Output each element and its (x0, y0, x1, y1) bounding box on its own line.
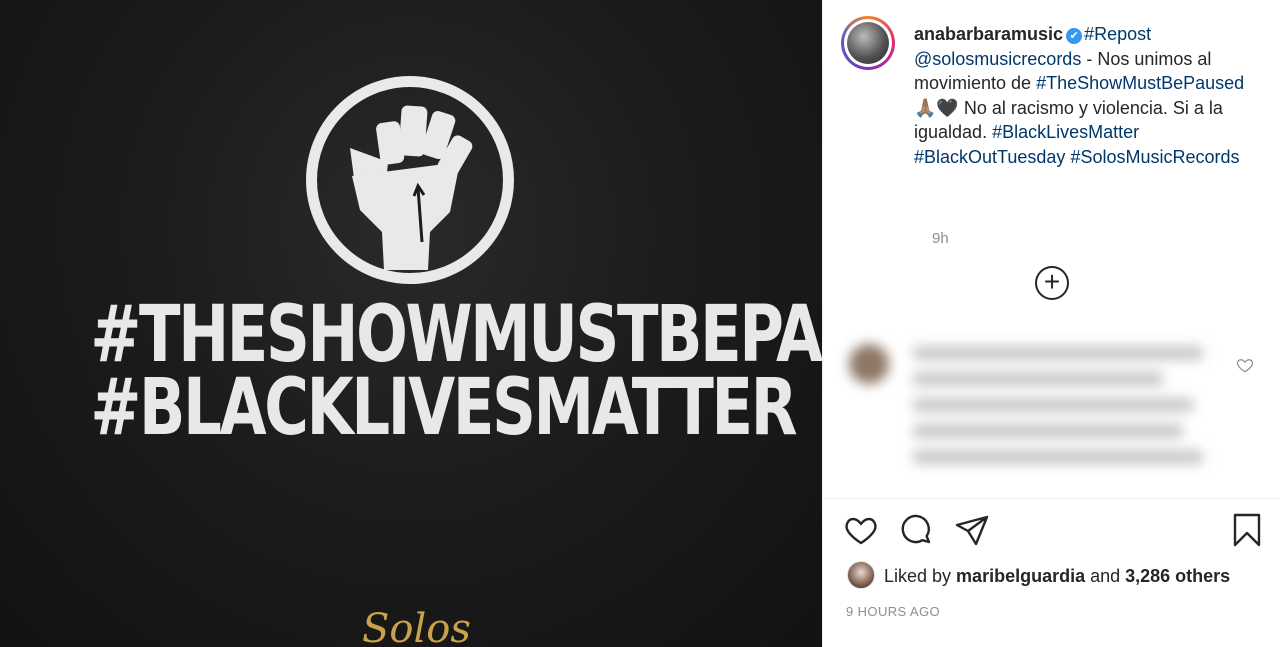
heart-icon[interactable] (843, 512, 879, 548)
post-image[interactable]: #THESHOWMUSTBEPAUSED #BLACKLIVESMATTER S… (0, 0, 822, 647)
hashtag-theshowmustbepaused[interactable]: #TheShowMustBePaused (1036, 73, 1244, 93)
post-details-panel: anabarbaramusic ✔ #Repost @solosmusicrecor… (822, 0, 1280, 647)
hashtag-blacklivesmatter[interactable]: #BlackLivesMatter (992, 122, 1139, 142)
emoji-text: 🙏🏽🖤 (914, 97, 964, 118)
post-actions (823, 512, 1280, 552)
likes-text: Liked by maribelguardia and 3,286 others (884, 566, 1230, 587)
bookmark-icon[interactable] (1229, 512, 1265, 548)
raised-fist-icon (350, 105, 473, 270)
headline-black-lives-matter: #BLACKLIVESMATTER (90, 363, 797, 453)
caption-text: anabarbaramusic ✔ #Repost @solosmusicrecor… (914, 22, 1254, 170)
hashtag-solosmusicrecords[interactable]: #SolosMusicRecords (1070, 147, 1239, 167)
hashtag-repost[interactable]: #Repost (1084, 24, 1151, 44)
author-username[interactable]: anabarbaramusic (914, 24, 1063, 44)
share-icon[interactable] (954, 512, 990, 548)
comment-like-heart-icon[interactable] (1236, 356, 1254, 374)
plus-circle-icon: + (1043, 266, 1061, 297)
brand-logo-text: Solos (362, 606, 471, 647)
verified-badge-icon: ✔ (1066, 28, 1083, 44)
comment-icon[interactable] (898, 512, 934, 548)
likes-count[interactable]: 3,286 others (1125, 566, 1230, 586)
liker-username[interactable]: maribelguardia (956, 566, 1085, 586)
hashtag-blackouttuesday[interactable]: #BlackOutTuesday (914, 147, 1065, 167)
blurred-comment (833, 302, 1273, 490)
likes-prefix: Liked by (884, 566, 957, 586)
author-avatar[interactable] (841, 16, 895, 70)
load-more-comments-button[interactable]: + (1035, 266, 1069, 300)
liker-avatar[interactable] (847, 561, 875, 589)
caption-time: 9h (932, 230, 949, 247)
actions-divider (823, 498, 1280, 499)
mention-link[interactable]: @solosmusicrecords (914, 49, 1081, 69)
post-timestamp[interactable]: 9 HOURS AGO (846, 604, 940, 619)
blurred-comment-content (833, 302, 1213, 490)
likes-middle: and (1085, 566, 1126, 586)
